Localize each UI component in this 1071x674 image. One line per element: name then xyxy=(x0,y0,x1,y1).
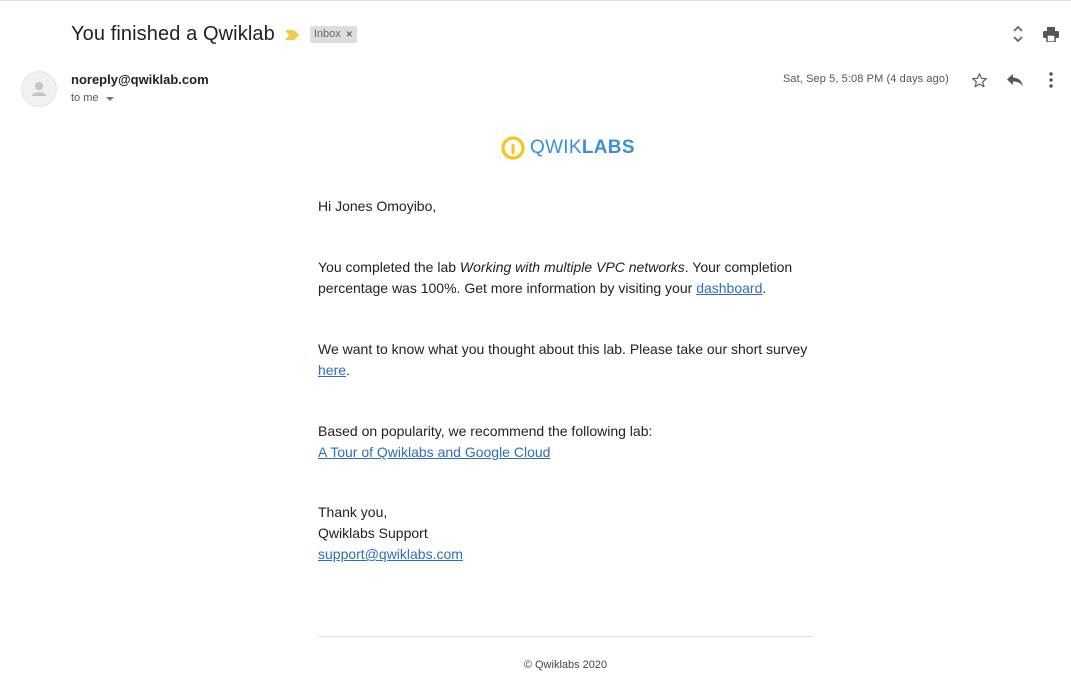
greeting: Hi Jones Omoyibo, xyxy=(318,198,437,214)
email-body: Hi Jones Omoyibo, You completed the lab … xyxy=(318,196,818,565)
print-icon[interactable] xyxy=(1040,23,1062,45)
star-icon[interactable] xyxy=(968,69,990,91)
inbox-label-chip: Inbox × xyxy=(309,25,357,43)
sender-email[interactable]: noreply@qwiklab.com xyxy=(71,72,209,87)
email-subject: You finished a Qwiklab xyxy=(71,22,275,45)
person-icon xyxy=(32,82,46,96)
chevron-down-icon xyxy=(105,96,114,101)
lab-name: Working with multiple VPC networks xyxy=(459,259,685,275)
recipient-details-toggle[interactable]: to me xyxy=(71,92,114,104)
completion-paragraph: You completed the lab Working with multi… xyxy=(318,257,818,299)
qwiklabs-logo: QWIKLABS xyxy=(501,135,635,161)
subject-row: You finished a Qwiklab Inbox × xyxy=(71,20,357,48)
p2-text-end: . xyxy=(346,362,350,378)
importance-marker-icon[interactable] xyxy=(284,30,299,40)
recommendation-paragraph: Based on popularity, we recommend the fo… xyxy=(318,421,818,463)
survey-link[interactable]: here xyxy=(318,362,346,378)
logo-wordmark: QWIKLABS xyxy=(530,137,635,159)
recommendation-text: Based on popularity, we recommend the fo… xyxy=(318,423,653,439)
footer-divider xyxy=(318,636,813,637)
sender-avatar[interactable] xyxy=(21,71,57,107)
recipient-text: to me xyxy=(71,92,99,104)
signoff: Thank you, xyxy=(318,504,388,520)
support-email-link[interactable]: support@qwiklabs.com xyxy=(318,546,463,562)
more-vert-icon[interactable] xyxy=(1040,69,1062,91)
qwiklabs-logo-icon xyxy=(501,136,525,160)
expand-collapse-icon[interactable] xyxy=(1007,23,1029,45)
signoff-block: Thank you, Qwiklabs Support support@qwik… xyxy=(318,502,818,565)
logo-prefix: QWIK xyxy=(530,137,582,158)
survey-paragraph: We want to know what you thought about t… xyxy=(318,339,818,381)
logo-suffix: LABS xyxy=(581,137,635,158)
reply-icon[interactable] xyxy=(1004,69,1026,91)
p1-text-start: You completed the lab xyxy=(318,259,460,275)
dashboard-link[interactable]: dashboard xyxy=(696,280,762,296)
p2-text-start: We want to know what you thought about t… xyxy=(318,341,808,357)
inbox-label-text: Inbox xyxy=(313,28,341,40)
p1-text-end: . xyxy=(762,280,767,296)
recommended-lab-link[interactable]: A Tour of Qwiklabs and Google Cloud xyxy=(318,444,550,460)
signature: Qwiklabs Support xyxy=(318,525,428,541)
footer-copyright: © Qwiklabs 2020 xyxy=(523,659,608,671)
top-divider xyxy=(0,0,1071,1)
email-date: Sat, Sep 5, 5:08 PM (4 days ago) xyxy=(783,73,949,85)
remove-label-button[interactable]: × xyxy=(346,28,353,40)
